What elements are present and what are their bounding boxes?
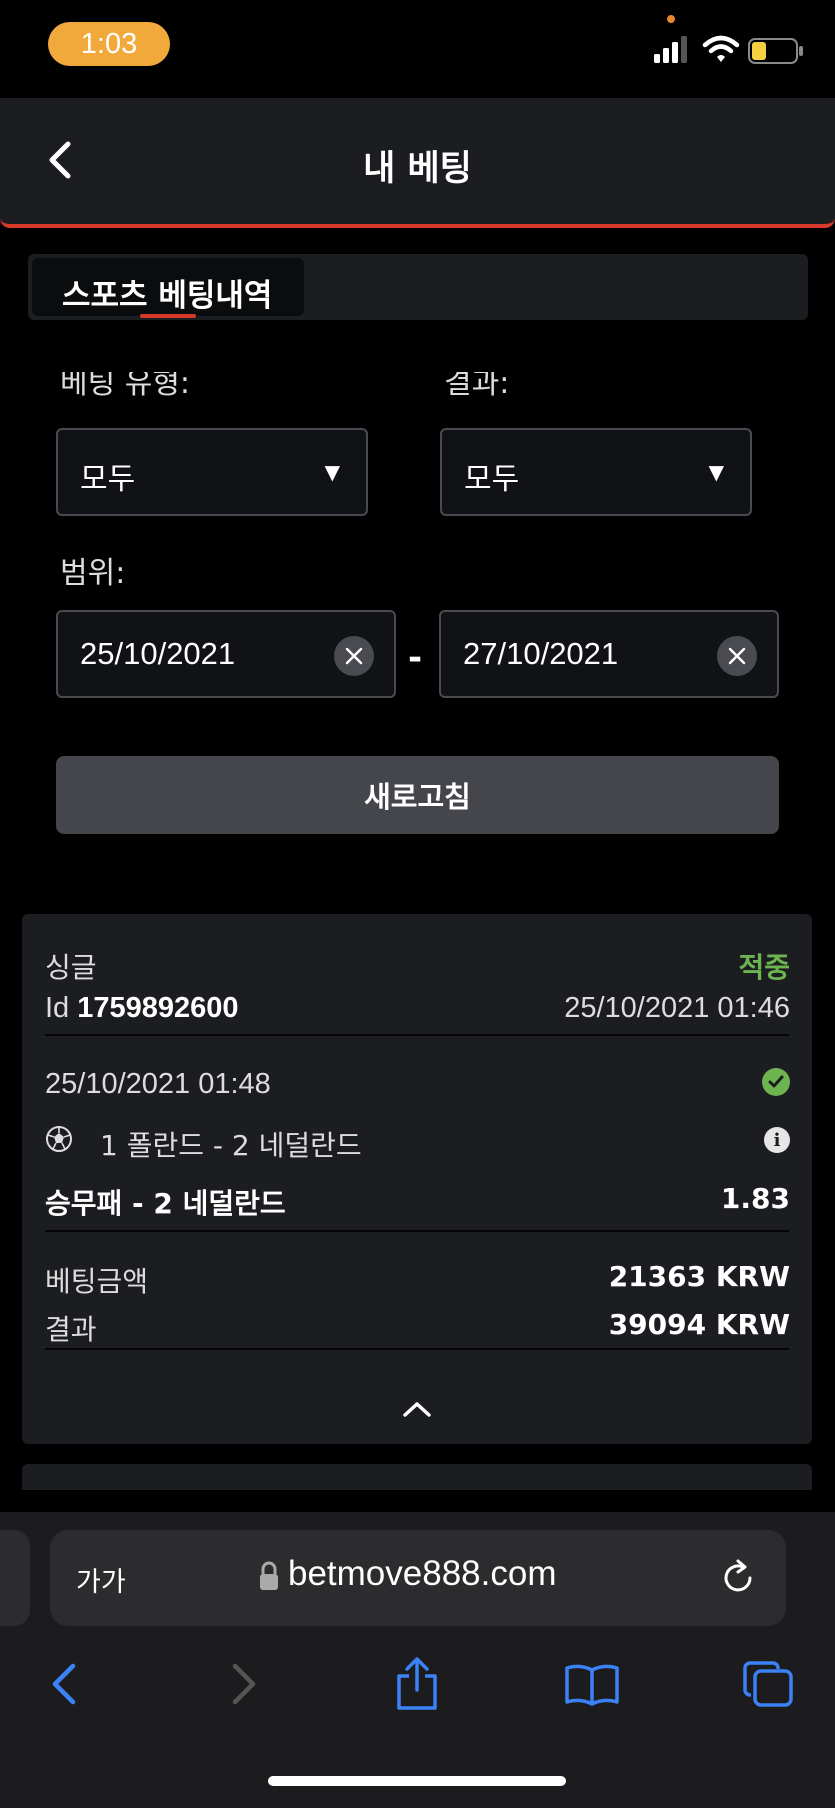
browser-forward-button[interactable] — [214, 1654, 274, 1714]
wifi-icon — [702, 35, 740, 62]
date-to-value: 27/10/2021 — [463, 636, 619, 671]
page-title: 내 베팅 — [363, 149, 472, 189]
bet-type-select-value: 모두 — [80, 462, 136, 497]
browser-back-button[interactable] — [34, 1654, 94, 1714]
next-bet-card-peek — [22, 1464, 812, 1490]
address-bar[interactable]: 가가 betmove888.com — [50, 1530, 786, 1626]
book-icon — [565, 1664, 619, 1706]
bet-selection: 승무패 - 2 네덜란드 — [45, 1187, 286, 1220]
battery-icon — [748, 38, 803, 64]
tab-sports-bet-history[interactable]: 스포츠 베팅내역 — [32, 258, 304, 318]
browser-toolbar: 가가 betmove888.com — [0, 1512, 835, 1808]
result-select-value: 모두 — [464, 462, 520, 497]
app-header: 내 베팅 — [0, 98, 835, 228]
date-to-clear-button[interactable] — [717, 636, 757, 676]
tabs-button[interactable] — [738, 1654, 798, 1714]
share-icon — [397, 1657, 437, 1710]
cellular-signal-icon — [654, 36, 687, 63]
date-separator: - — [408, 638, 423, 678]
check-circle-icon — [762, 1068, 790, 1096]
divider — [45, 1230, 789, 1232]
tab-label: 스포츠 베팅내역 — [62, 278, 273, 314]
url-text: betmove888.com — [288, 1554, 557, 1593]
bet-type: 싱글 — [45, 951, 97, 984]
close-icon — [345, 647, 363, 665]
soccer-ball-icon — [46, 1126, 72, 1152]
close-icon — [728, 647, 746, 665]
tab-strip: 스포츠 베팅내역 — [28, 254, 808, 320]
share-button[interactable] — [387, 1654, 447, 1714]
date-from-clear-button[interactable] — [334, 636, 374, 676]
info-icon[interactable]: i — [764, 1127, 790, 1153]
bet-id: Id 1759892600 — [45, 992, 239, 1025]
range-label: 범위: — [60, 556, 126, 591]
divider — [45, 1348, 789, 1350]
text-size-button[interactable]: 가가 — [76, 1560, 126, 1599]
tabs-icon — [743, 1661, 793, 1707]
bookmarks-button[interactable] — [562, 1654, 622, 1714]
chevron-up-icon — [403, 1402, 431, 1417]
previous-tab-peek[interactable] — [0, 1530, 30, 1626]
payout-label: 결과 — [45, 1313, 97, 1346]
reload-icon[interactable] — [718, 1558, 758, 1598]
bet-type-label: 베팅 유형: — [60, 372, 191, 396]
bet-placed-date: 25/10/2021 01:46 — [564, 992, 790, 1024]
caret-down-icon: ▼ — [324, 460, 340, 484]
date-from-value: 25/10/2021 — [80, 636, 236, 671]
status-time: 1:03 — [48, 22, 170, 66]
divider — [45, 1034, 789, 1036]
tab-active-indicator — [140, 314, 196, 318]
caret-down-icon: ▼ — [708, 460, 724, 484]
bet-status-badge: 적중 — [738, 951, 790, 984]
match-name: 1 폴란드 - 2 네덜란드 — [100, 1129, 362, 1162]
lock-icon — [260, 1561, 278, 1590]
payout-value: 39094 KRW — [608, 1308, 790, 1341]
collapse-button[interactable] — [394, 1394, 440, 1424]
result-filter-label: 결과: — [444, 372, 510, 396]
refresh-button[interactable]: 새로고침 — [56, 756, 779, 834]
filter-labels-clipped: 베팅 유형: 결과: — [0, 372, 835, 396]
chevron-right-icon — [232, 1663, 256, 1705]
result-select[interactable]: 모두 ▼ — [440, 428, 752, 516]
date-from-input[interactable]: 25/10/2021 — [56, 610, 396, 698]
event-date: 25/10/2021 01:48 — [45, 1068, 271, 1100]
date-to-input[interactable]: 27/10/2021 — [439, 610, 779, 698]
stake-value: 21363 KRW — [608, 1260, 790, 1293]
stake-label: 베팅금액 — [45, 1265, 149, 1298]
bet-id-prefix: Id — [45, 992, 70, 1024]
bet-odds: 1.83 — [720, 1182, 790, 1215]
status-bar: 1:03 — [0, 0, 835, 96]
bet-card: 싱글 적중 Id 1759892600 25/10/2021 01:46 25/… — [22, 914, 812, 1444]
camera-indicator — [667, 15, 675, 23]
chevron-left-icon — [52, 1663, 76, 1705]
bet-type-select[interactable]: 모두 ▼ — [56, 428, 368, 516]
bet-id-number: 1759892600 — [77, 992, 239, 1024]
home-indicator — [268, 1776, 566, 1786]
